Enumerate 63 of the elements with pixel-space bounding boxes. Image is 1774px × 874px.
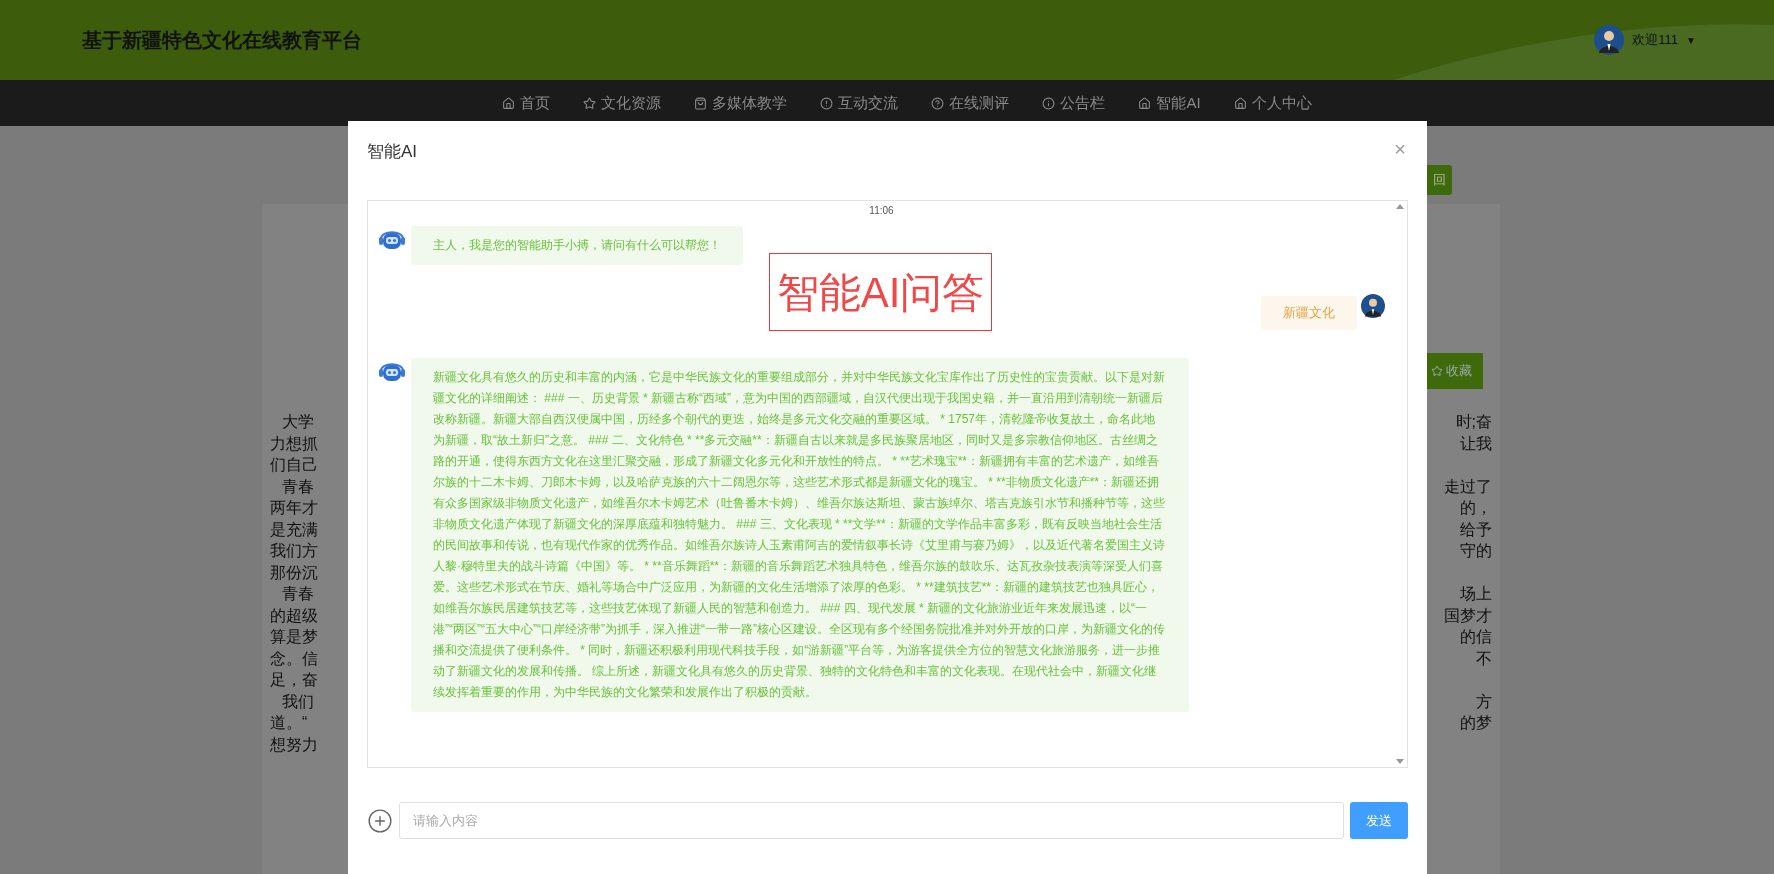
article-text: 守的	[1460, 541, 1492, 561]
user-avatar	[1361, 294, 1385, 318]
article-text: 给予	[1460, 519, 1492, 540]
nav-icon	[583, 96, 597, 110]
scroll-up-icon[interactable]	[1396, 204, 1404, 209]
article-text: 道。“	[270, 713, 308, 733]
article-text: 让我	[1460, 433, 1492, 454]
welcome-text[interactable]: 欢迎111	[1632, 30, 1679, 50]
article-text: 场上	[1460, 584, 1492, 604]
add-icon[interactable]	[367, 807, 393, 834]
article-text: 算是梦	[270, 627, 318, 647]
nav-icon	[502, 96, 516, 110]
scroll-down-icon[interactable]	[1396, 759, 1404, 764]
article-text: 念。信	[270, 648, 318, 669]
article-text: 不	[1476, 648, 1492, 669]
article-text: 国梦才	[1444, 605, 1492, 626]
article-text: 走过了	[1444, 476, 1492, 497]
close-button[interactable]: ×	[1394, 139, 1406, 159]
bot-message: 主人，我是您的智能助手小搏，请问有什么可以帮您！	[411, 226, 743, 265]
message-time: 11:06	[869, 204, 894, 218]
nav-link[interactable]: 文化资源	[583, 91, 662, 115]
nav-icon	[1042, 96, 1056, 110]
article-text: 想努力	[270, 734, 318, 755]
bot-message: 新疆文化具有悠久的历史和丰富的内涵，它是中华民族文化的重要组成部分，并对中华民族文化宝库作出了历史性的宝贵贡献。以下是对新疆文化的详细阐述： ### 一、历史背景 * 新疆古称“西域”，意为中国的西部疆域，自汉代便出现于我国史籍，并一直沿用到清朝统一新疆后改称新疆。新疆大部自西汉便属中国，历经多个朝代的更迭，始终是多元文化交融的重要区域。 * 1757年，清乾隆帝收复故土，命名此地为新疆，取“故土新归”之意。 ### 二、文化特色 * **多元交融**：新疆自古以来就是多民族聚居地区，同时又是多宗教信仰地区。古丝绸之路的开通，使得东西方文化在这里汇聚交融，形成了新疆文化多元化和开放性的特点。 * **艺术瑰宝**：新疆拥有丰富的艺术遗产，如维吾尔族的十二木卡姆、刀郎木卡姆，以及哈萨克族的六十二阔恩尔等，这些艺术形式都是新疆文化的瑰宝。 * **非物质文化遗产**：新疆还拥有众多国家级非物质文化遗产，如维吾尔木卡姆艺术（吐鲁番木卡姆）、维吾尔族达斯坦、蒙古族绰尔、塔吉克族引水节和播种节等，这些非物质文化遗产体现了新疆文化的深厚底蕴和独特魅力。 ### 三、文化表现 * **文学**：新疆的文学作品丰富多彩，既有反映当地社会生活的民间故事和传说，也有现代作家的优秀作品。如维吾尔族诗人玉素甫阿吉的爱情叙事长诗《艾里甫与赛乃姆》，以及近代著名爱国主义诗人黎·穆特里夫的战斗诗篇《中国》等。 * **音乐舞蹈**：新疆的音乐舞蹈艺术独具特色，维吾尔族的鼓吹乐、达瓦孜杂技表演等深受人们喜爱。这些艺术形式在节庆、婚礼等场合中广泛应用，为新疆的文化生活增添了浓厚的色彩。 * **建筑技艺**：新疆的建筑技艺也独具匠心，如维吾尔族民居建筑技艺等，这些技艺体现了新疆人民的智慧和创造力。 ### 四、现代发展 * 新疆的文化旅游业近年来发展迅速，以“一港”“两区”“五大中心”“口岸经济带”为抓手，深入推进“一带一路”核心区建设。全区现有多个经国务院批准并对外开放的口岸，为新疆文化的传播和交流提供了便利条件。 * 同时，新疆还积极利用现代科技手段，如“游新疆”平台等，为游客提供全方位的智慧文化旅游服务，进一步推动了新疆文化的发展和传播。 综上所述，新疆文化具有悠久的历史背景、独特的文化特色和丰富的文化表现。在现代社会中，新疆文化继续发挥着重要的作用，为中华民族的文化繁荣和发展作出了积极的贡献。	[411, 358, 1189, 712]
article-text: 大学	[281, 412, 314, 432]
nav-icon	[820, 96, 834, 110]
user-avatar	[1594, 25, 1625, 55]
article-text: 的梦	[1460, 713, 1492, 733]
return-button[interactable]: 回	[1427, 165, 1452, 195]
article-text: 足，奋	[270, 670, 318, 690]
article-text: 两年才	[270, 498, 318, 518]
nav-icon	[1233, 96, 1247, 110]
article-text: 力想抓	[270, 433, 318, 454]
nav-link[interactable]: 智能AI	[1138, 91, 1201, 115]
nav-link[interactable]: 公告栏	[1042, 91, 1106, 115]
nav-link[interactable]: 互动交流	[820, 91, 899, 115]
nav-icon	[1138, 96, 1152, 110]
nav-link[interactable]: 多媒体教学	[694, 91, 788, 115]
article-text: 的，	[1460, 498, 1492, 518]
article-text: 的信	[1460, 627, 1492, 647]
article-text: 们自己	[270, 455, 318, 475]
nav-icon	[931, 96, 945, 110]
site-title: 基于新疆特色文化在线教育平台	[82, 28, 362, 53]
dialog-title: 智能AI	[367, 141, 418, 163]
nav-link[interactable]: 首页	[502, 91, 551, 115]
caret-icon[interactable]: ▼	[1686, 32, 1696, 48]
article-text: 是充满	[270, 519, 318, 540]
nav-icon	[694, 96, 708, 110]
nav-link[interactable]: 在线测评	[931, 91, 1010, 115]
send-button[interactable]: 发送	[1350, 802, 1408, 839]
message-input[interactable]: 请输入内容	[399, 802, 1344, 839]
nav-link[interactable]: 个人中心	[1233, 91, 1312, 115]
article-text: 的超级	[270, 605, 318, 626]
star-icon	[1431, 365, 1443, 377]
article-text: 那份沉	[270, 562, 318, 583]
user-message: 新疆文化	[1261, 296, 1357, 330]
article-text: 我们方	[270, 541, 318, 561]
article-text: 青春	[281, 584, 314, 604]
annotation-label: 智能AI问答	[769, 253, 992, 331]
article-text: 时;奋	[1455, 412, 1492, 432]
article-text: 方	[1476, 691, 1492, 712]
article-text: 青春	[281, 476, 314, 497]
article-text: 我们	[281, 691, 314, 712]
